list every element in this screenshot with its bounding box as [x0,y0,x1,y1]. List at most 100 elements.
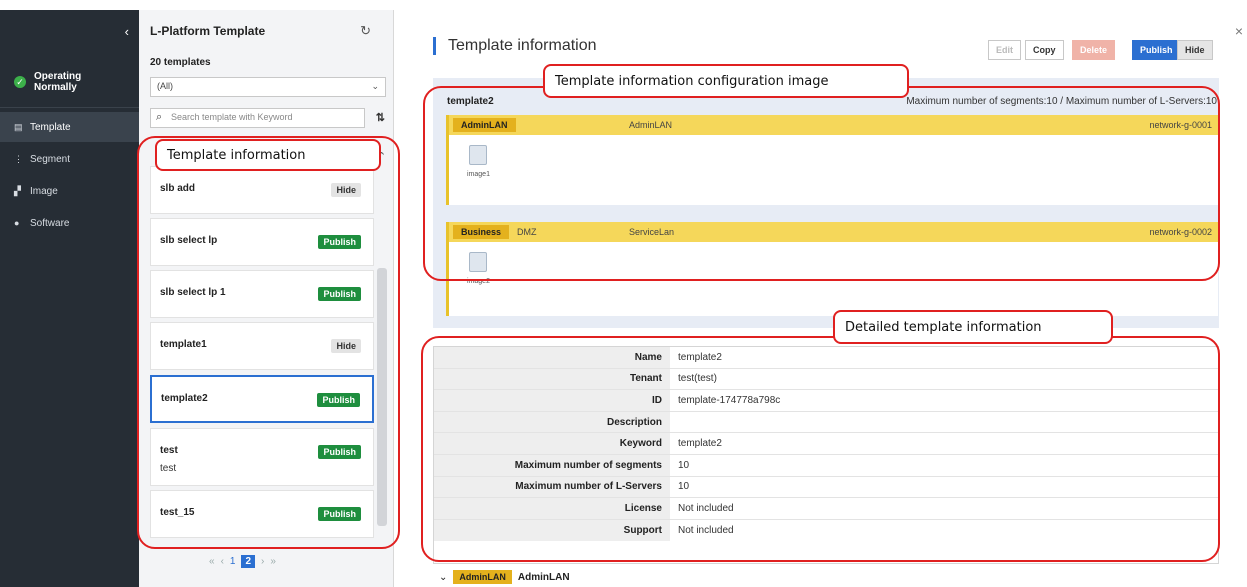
detail-label: ID [434,390,670,411]
config-template-name: template2 [447,96,494,107]
list-title: L-Platform Template [150,24,266,38]
filter-value: (All) [157,81,173,91]
chevron-left-icon[interactable]: ‹ [125,24,129,39]
server-image-label: image1 [467,171,490,178]
segment-tag: Business [453,225,510,239]
table-row: Description [434,411,1218,434]
table-row: Name template2 [434,347,1218,369]
list-item[interactable]: slb select lp Publish [150,218,374,266]
callout-label: Detailed template information [845,319,1042,335]
table-row: Keyword template2 [434,433,1218,455]
app-root: ‹ ✓ Operating Normally ▤ Template ⋮ Segm… [0,0,1247,587]
template-icon: ▤ [14,121,23,132]
check-icon: ✓ [14,75,26,88]
detail-label: Maximum number of segments [434,454,670,476]
chevron-down-icon: ⌄ [371,81,379,91]
page-1-button[interactable]: 1 [230,556,236,567]
detail-label: License [434,498,670,519]
close-icon[interactable]: × [1235,23,1243,39]
table-row: ID template-174778a798c [434,390,1218,412]
pagination: « ‹ 1 2 › » [209,555,276,568]
server-icon [469,145,488,165]
refresh-icon[interactable]: ↻ [360,23,371,39]
server-node[interactable]: image1 [467,145,490,178]
table-row: License Not included [434,498,1218,520]
detail-label: Maximum number of L-Servers [434,476,670,498]
template-list-pane: L-Platform Template ↻ 20 templates (All)… [139,10,394,587]
status-badge: Hide [331,183,361,197]
server-node[interactable]: image2 [467,252,490,285]
image-icon: ▞ [14,185,21,196]
search-icon: ⌕ [156,111,163,123]
list-item[interactable]: slb select lp 1 Publish [150,270,374,318]
publish-button[interactable]: Publish [1132,40,1181,60]
status-badge: Publish [317,393,360,407]
list-item[interactable]: slb add Hide [150,166,374,214]
callout-template-information: Template information [155,139,381,171]
detail-label: Name [434,347,670,368]
segment-zone: DMZ [517,227,537,237]
template-name: test_15 [160,507,195,518]
segment-expander[interactable]: ⌄ AdminLAN AdminLAN [439,570,570,584]
status-badge: Publish [318,507,361,521]
segment-network: network-g-0002 [1149,227,1212,237]
template-name: slb select lp [160,235,218,246]
segment-icon: ⋮ [14,153,23,164]
detail-label: Tenant [434,368,670,390]
template-count: 20 templates [150,57,211,68]
edit-button[interactable]: Edit [988,40,1021,60]
first-page-button[interactable]: « [209,556,215,567]
template-name: slb select lp 1 [160,287,226,298]
status-badge: Publish [318,287,361,301]
hide-button[interactable]: Hide [1177,40,1213,60]
prev-page-button[interactable]: ‹ [221,556,224,567]
segment-block: Business DMZ ServiceLan network-g-0002 i… [446,222,1218,316]
segment-bar[interactable]: Business DMZ ServiceLan network-g-0002 [449,222,1218,242]
status-badge: Hide [331,339,361,353]
sidebar-item-image[interactable]: ▞ Image [0,176,139,206]
sort-icon[interactable]: ⇅ [376,111,385,124]
sidebar-item-segment[interactable]: ⋮ Segment [0,144,139,174]
scrollbar[interactable] [377,268,387,526]
table-row: Support Not included [434,519,1218,542]
callout-label: Template information [167,147,306,163]
table-row: Maximum number of L-Servers 10 [434,476,1218,499]
server-image-label: image2 [467,278,490,285]
status-badge: Publish [318,235,361,249]
list-item[interactable]: template1 Hide [150,322,374,370]
copy-button[interactable]: Copy [1025,40,1064,60]
callout-label: Template information configuration image [555,73,829,89]
template-name: test [160,445,178,456]
detail-label: Description [434,411,670,433]
template-name: template2 [161,393,208,404]
sidebar-item-label: Segment [30,153,71,165]
template-keyword: test [160,463,177,474]
segment-lan: ServiceLan [629,227,675,237]
page-2-button[interactable]: 2 [241,555,256,568]
segment-bar[interactable]: AdminLAN AdminLAN network-g-0001 [449,115,1218,135]
sidebar-item-software[interactable]: ● Software [0,208,139,238]
software-icon: ● [14,218,20,228]
list-item[interactable]: test test Publish [150,428,374,486]
sidebar-item-template[interactable]: ▤ Template [0,112,139,142]
sidebar-item-label: Image [30,185,58,197]
search-input[interactable]: ⌕ Search template with Keyword [150,108,365,128]
detail-value: template-174778a798c [678,394,781,406]
list-item[interactable]: test_15 Publish [150,490,374,538]
last-page-button[interactable]: » [270,556,276,567]
chevron-down-icon: ⌄ [439,571,448,583]
next-page-button[interactable]: › [261,556,264,567]
configuration-image: template2 Maximum number of segments:10 … [433,78,1219,328]
list-item-selected[interactable]: template2 Publish [150,375,374,423]
search-placeholder: Search template with Keyword [171,112,293,122]
detail-value: 10 [678,481,690,493]
detail-value: template2 [678,351,722,363]
detail-value: 10 [678,459,690,471]
server-icon [469,252,488,272]
filter-select[interactable]: (All) ⌄ [150,77,386,97]
detail-value: Not included [678,502,734,514]
segment-network: network-g-0001 [1149,120,1212,130]
callout-detailed: Detailed template information [833,310,1113,344]
delete-button[interactable]: Delete [1072,40,1116,60]
table-row: Tenant test(test) [434,368,1218,391]
